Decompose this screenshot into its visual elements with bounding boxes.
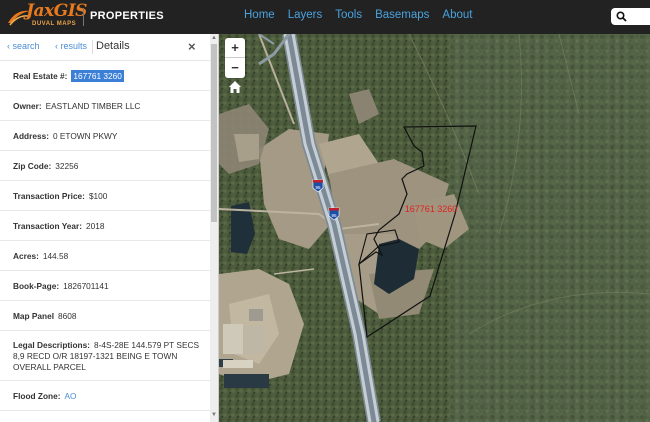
field-label: Legal Descriptions: (13, 340, 90, 350)
field-value: EASTLAND TIMBER LLC (45, 101, 141, 111)
zoom-out-button[interactable]: − (225, 58, 245, 78)
parcel-label[interactable]: 167761 3260 (405, 204, 458, 214)
field-label: Flood Zone: (13, 391, 61, 401)
nav-home[interactable]: Home (244, 9, 275, 21)
field-label: Address: (13, 131, 49, 141)
field-value: 144.58 (42, 251, 69, 261)
field-label: Transaction Price: (13, 191, 85, 201)
field-value: 8608 (58, 311, 77, 321)
field-transaction-year: Transaction Year: 2018 (0, 211, 210, 241)
field-label: Real Estate #: (13, 71, 68, 81)
field-flood-zone: Flood Zone: AO (0, 381, 210, 411)
home-icon[interactable] (227, 79, 243, 95)
scroll-up-icon[interactable]: ▲ (211, 35, 217, 41)
field-label: Book-Page: (13, 281, 60, 291)
field-address: Address: 0 ETOWN PKWY (0, 121, 210, 151)
back-to-search-link[interactable]: ‹ search (7, 41, 40, 51)
field-label: Zip Code: (13, 161, 52, 171)
field-label: Map Panel (13, 311, 55, 321)
details-panel: ‹ search ‹ results Details × Real Estate… (0, 34, 219, 422)
field-legal-description: Legal Descriptions: 8-4S-28E 144.579 PT S… (0, 331, 210, 381)
satellite-map[interactable]: 95 95 167761 3260 (219, 34, 650, 422)
field-real-estate: Real Estate #: 167761 3260 (0, 61, 210, 91)
search-icon (616, 11, 627, 22)
field-value: $100 (88, 191, 108, 201)
top-bar: JaxGIS DUVAL MAPS PROPERTIES Home Layers… (0, 0, 650, 34)
field-label: Owner: (13, 101, 42, 111)
zoom-in-button[interactable]: + (225, 38, 245, 58)
field-map-panel: Map Panel 8608 (0, 301, 210, 331)
zoom-control: + − (225, 38, 245, 78)
field-label: Transaction Year: (13, 221, 83, 231)
nav-tools[interactable]: Tools (335, 9, 362, 21)
header-separator (92, 40, 93, 54)
field-owner: Owner: EASTLAND TIMBER LLC (0, 91, 210, 121)
app-title: PROPERTIES (90, 10, 164, 22)
main-nav: Home Layers Tools Basemaps About (244, 9, 485, 21)
scrollbar-thumb[interactable] (211, 44, 217, 222)
nav-layers[interactable]: Layers (288, 9, 323, 21)
jaxgis-logo[interactable]: JaxGIS DUVAL MAPS (6, 1, 87, 31)
back-search-label: search (12, 41, 40, 51)
shield-number: 95 (331, 213, 337, 218)
panel-header: ‹ search ‹ results Details × (0, 34, 210, 61)
flood-zone-link[interactable]: AO (64, 391, 76, 401)
panel-scrollbar[interactable]: ▲ ▼ (210, 34, 218, 422)
field-label: Acres: (13, 251, 39, 261)
back-to-results-link[interactable]: ‹ results (55, 41, 87, 51)
field-value[interactable]: 167761 3260 (71, 70, 124, 82)
field-value: 32256 (55, 161, 79, 171)
nav-about[interactable]: About (442, 9, 472, 21)
map-view[interactable]: 95 95 167761 3260 (219, 34, 650, 422)
scroll-down-icon[interactable]: ▼ (211, 412, 217, 418)
header-divider (83, 8, 84, 26)
field-acres: Acres: 144.58 (0, 241, 210, 271)
field-zip: Zip Code: 32256 (0, 151, 210, 181)
logo-text: JaxGIS (26, 1, 87, 21)
details-list: Real Estate #: 167761 3260 Owner: EASTLAND… (0, 61, 210, 411)
field-value: 2018 (86, 221, 105, 231)
search-input[interactable] (611, 8, 650, 25)
field-transaction-price: Transaction Price: $100 (0, 181, 210, 211)
shield-number: 95 (315, 185, 321, 190)
panel-title: Details (96, 40, 130, 52)
back-results-label: results (60, 41, 88, 51)
field-value: 1826701141 (63, 281, 109, 291)
logo-subtext: DUVAL MAPS (32, 21, 77, 27)
close-icon[interactable]: × (188, 39, 196, 54)
field-value: 0 ETOWN PKWY (52, 131, 118, 141)
nav-basemaps[interactable]: Basemaps (375, 9, 429, 21)
field-book-page: Book-Page: 1826701141 (0, 271, 210, 301)
